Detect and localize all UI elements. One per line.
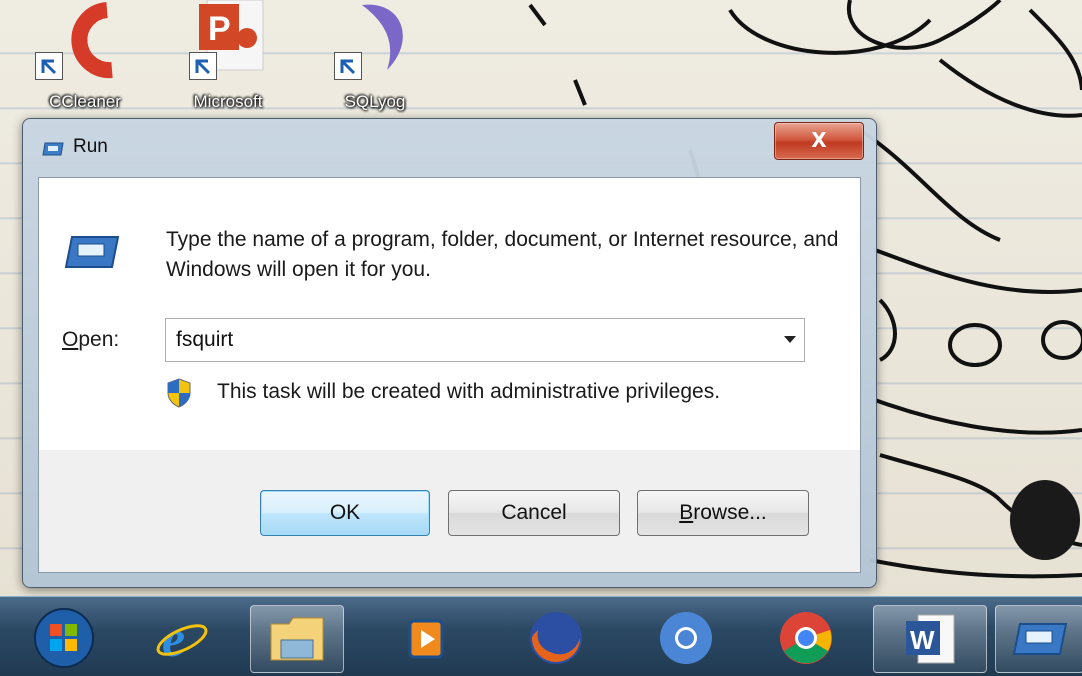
chrome-icon <box>780 612 832 664</box>
shortcut-arrow-icon <box>35 52 63 80</box>
media-player-icon <box>408 619 444 659</box>
run-icon <box>41 141 65 157</box>
run-program-icon <box>64 234 120 270</box>
run-dialog: Run X Type the name of a program, folder… <box>22 118 877 588</box>
browse-accesskey: B <box>679 501 694 524</box>
desktop-icon-ccleaner[interactable]: CCleaner <box>30 0 140 120</box>
start-orb-icon <box>34 608 94 668</box>
dialog-body: Type the name of a program, folder, docu… <box>38 177 861 573</box>
desktop-icon-label: CCleaner <box>49 92 121 111</box>
cancel-button[interactable]: Cancel <box>448 490 620 536</box>
desktop-icon-label: SQLyog <box>344 92 406 111</box>
window-title: Run <box>73 136 108 157</box>
run-icon <box>1012 623 1067 655</box>
shortcut-arrow-icon <box>189 52 217 80</box>
shortcut-arrow-icon <box>334 52 362 80</box>
svg-text:W: W <box>910 625 935 655</box>
open-combobox[interactable] <box>165 318 805 362</box>
start-button[interactable] <box>18 605 110 671</box>
browse-button[interactable]: Browse... <box>637 490 809 536</box>
title-bar[interactable]: Run X <box>23 119 876 177</box>
taskbar-run[interactable] <box>995 605 1082 673</box>
firefox-icon <box>530 612 582 664</box>
desktop-icon-sqlyog[interactable]: SQLyog <box>320 0 430 120</box>
open-label: Open: <box>62 328 119 352</box>
ok-button[interactable]: OK <box>260 490 430 536</box>
taskbar-chrome-blue[interactable] <box>640 605 732 671</box>
desktop-icon-label: Microsoft <box>193 92 263 111</box>
open-label-text: pen: <box>78 328 120 351</box>
chevron-down-icon[interactable] <box>784 336 796 343</box>
taskbar-file-explorer[interactable] <box>250 605 344 673</box>
close-button[interactable]: X <box>774 122 864 160</box>
dialog-description: Type the name of a program, folder, docu… <box>166 228 839 281</box>
internet-explorer-icon: e <box>156 611 208 666</box>
taskbar-internet-explorer[interactable]: e <box>136 605 228 671</box>
admin-privileges-note: This task will be created with administr… <box>217 380 721 403</box>
taskbar: e W <box>0 596 1082 676</box>
open-input[interactable] <box>166 319 766 361</box>
word-icon: W <box>906 614 955 664</box>
taskbar-word[interactable]: W <box>873 605 987 673</box>
chrome-blue-icon <box>660 612 712 664</box>
taskbar-chrome[interactable] <box>760 605 852 671</box>
svg-text:P: P <box>208 10 231 48</box>
desktop-icon-microsoft[interactable]: P Microsoft <box>173 0 283 120</box>
uac-shield-icon <box>166 378 192 408</box>
taskbar-firefox[interactable] <box>510 605 602 671</box>
open-label-accesskey: O <box>62 328 79 351</box>
browse-label: rowse... <box>693 501 767 524</box>
file-explorer-icon <box>270 617 324 661</box>
taskbar-media-player[interactable] <box>383 605 475 671</box>
